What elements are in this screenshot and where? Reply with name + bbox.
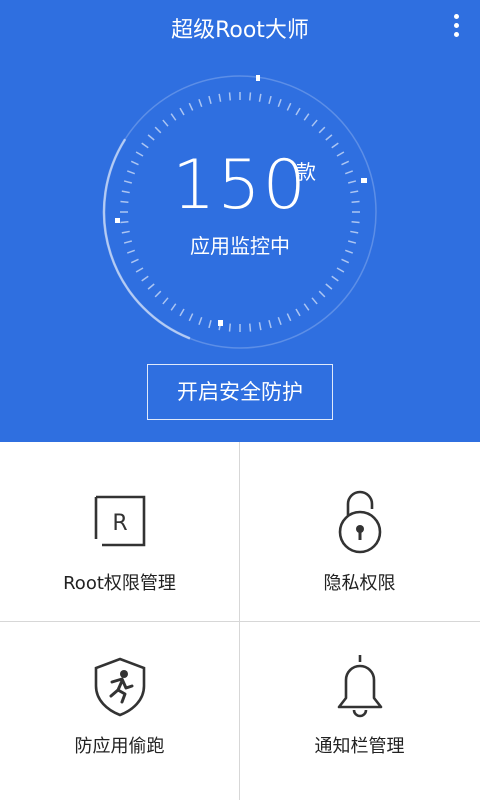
- dial-tick: [130, 258, 139, 264]
- dial-tick: [295, 308, 301, 317]
- feature-privacy-permission[interactable]: 隐私权限: [240, 442, 479, 621]
- dial-tick: [277, 98, 282, 108]
- dial-tick: [154, 290, 162, 298]
- dial-tick: [208, 95, 212, 105]
- app-title: 超级Root大师: [171, 18, 309, 43]
- dial-tick: [147, 134, 155, 141]
- feature-root-permission[interactable]: R Root权限管理: [0, 442, 239, 621]
- count-unit: 款: [296, 160, 316, 184]
- feature-label: 隐私权限: [323, 573, 396, 594]
- dial-tick: [170, 113, 177, 121]
- shield-runner-icon: [94, 657, 145, 717]
- root-r-icon: R: [94, 495, 145, 547]
- dial-tick: [286, 313, 292, 322]
- dial-tick: [268, 319, 272, 329]
- dial-tick: [303, 303, 310, 311]
- dial-tick: [179, 107, 185, 116]
- dial-tick: [147, 283, 155, 290]
- arc-marker: [256, 75, 260, 81]
- feature-prevent-background-run[interactable]: 防应用偷跑: [0, 622, 239, 801]
- monitor-status: 应用监控中: [190, 234, 290, 258]
- dial-tick: [154, 126, 162, 134]
- dial-tick: [198, 316, 203, 326]
- feature-label: Root权限管理: [63, 573, 176, 594]
- dial-tick: [336, 267, 345, 273]
- dial-tick: [228, 323, 231, 332]
- dial-tick: [249, 92, 252, 101]
- dial-tick: [295, 107, 301, 116]
- dial-tick: [218, 93, 222, 102]
- dial-tick: [311, 119, 318, 127]
- dial-tick: [258, 93, 262, 102]
- arc-marker: [218, 320, 223, 326]
- dial-tick: [135, 267, 144, 273]
- dial-tick: [303, 113, 310, 121]
- dial-tick: [208, 319, 212, 329]
- dial-tick: [318, 290, 326, 298]
- dial-tick: [188, 102, 194, 111]
- feature-label: 通知栏管理: [314, 736, 405, 757]
- dial-tick: [331, 275, 339, 282]
- dial-tick: [249, 323, 252, 332]
- svg-text:R: R: [112, 511, 127, 536]
- dial-tick: [188, 313, 194, 322]
- dial-tick: [141, 275, 149, 282]
- dial-tick: [325, 283, 333, 290]
- monitored-app-count: 150: [172, 146, 308, 225]
- dial-tick: [286, 102, 292, 111]
- feature-notification-bar[interactable]: 通知栏管理: [240, 622, 479, 801]
- dial-tick: [325, 134, 333, 141]
- more-vert-icon[interactable]: [446, 10, 466, 44]
- dial-tick: [318, 126, 326, 134]
- padlock-icon: [338, 490, 381, 554]
- dial-tick: [162, 297, 169, 305]
- dial-tick: [311, 297, 318, 305]
- dial-tick: [170, 303, 177, 311]
- dial-tick: [268, 95, 272, 105]
- feature-label: 防应用偷跑: [74, 736, 165, 757]
- header-panel: 超级Root大师 150 款 应用监控中 开启安全防护: [0, 0, 480, 442]
- dial-tick: [179, 308, 185, 317]
- bell-icon: [337, 655, 382, 718]
- dial-tick: [258, 322, 262, 331]
- dial-tick: [277, 316, 282, 326]
- dial-tick: [341, 258, 350, 264]
- enable-protection-button[interactable]: 开启安全防护: [147, 364, 333, 420]
- dial-tick: [228, 92, 231, 101]
- feature-grid: R Root权限管理 隐私权限 防应用偷跑 通知栏管理: [0, 442, 480, 800]
- dial-tick: [198, 98, 203, 108]
- dial-tick: [162, 119, 169, 127]
